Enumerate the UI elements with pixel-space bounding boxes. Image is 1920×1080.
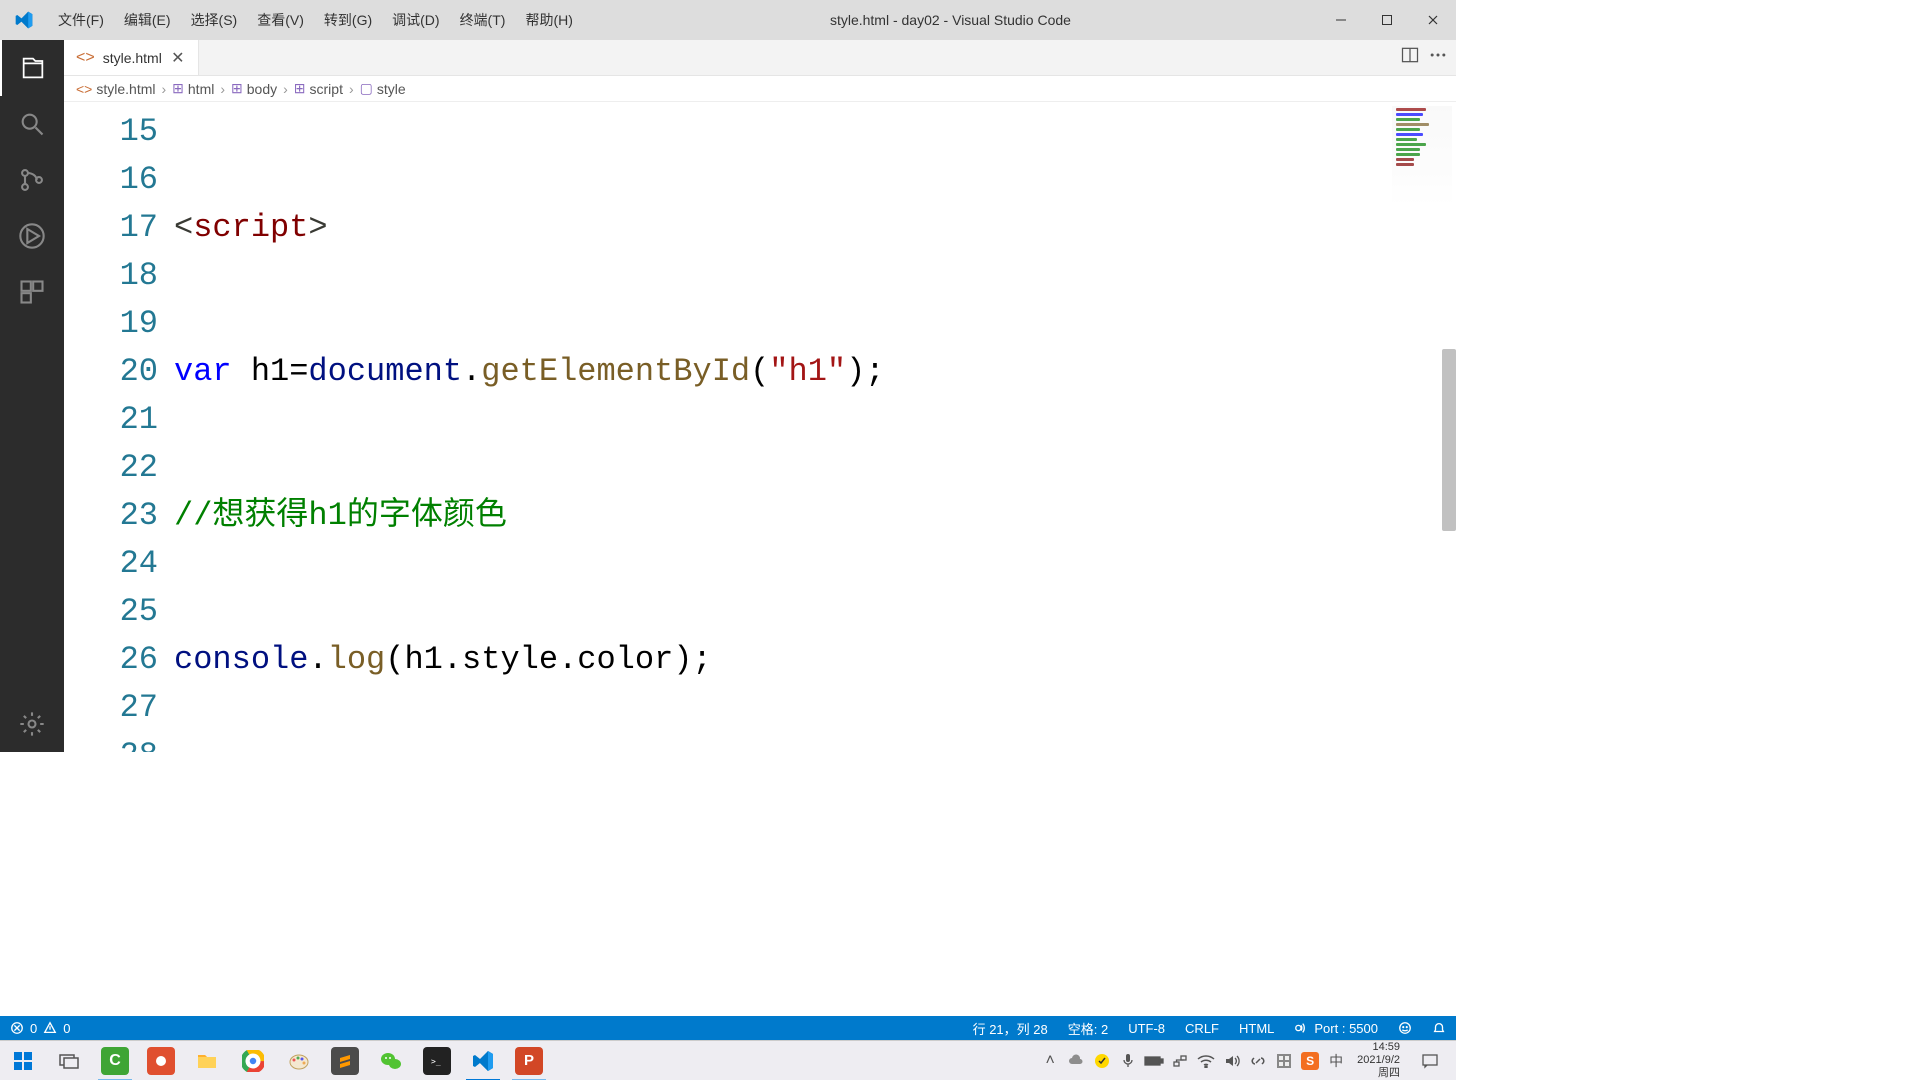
window-maximize-button[interactable] — [1364, 0, 1410, 40]
taskbar-powerpoint[interactable]: P — [506, 1041, 552, 1080]
tray-link-icon[interactable] — [1247, 1041, 1269, 1080]
activity-extensions[interactable] — [0, 264, 64, 320]
menu-edit[interactable]: 编辑(E) — [114, 0, 181, 40]
menu-help[interactable]: 帮助(H) — [515, 0, 582, 40]
tray-sogou-icon[interactable]: S — [1299, 1041, 1321, 1080]
menu-select[interactable]: 选择(S) — [181, 0, 248, 40]
tray-volume-icon[interactable] — [1221, 1041, 1243, 1080]
activity-source-control[interactable] — [0, 152, 64, 208]
crumb-html[interactable]: html — [188, 81, 214, 97]
menu-bar: 文件(F) 编辑(E) 选择(S) 查看(V) 转到(G) 调试(D) 终端(T… — [48, 0, 583, 40]
window-close-button[interactable] — [1410, 0, 1456, 40]
tray-ime-icon[interactable]: 中 — [1325, 1041, 1347, 1080]
tray-network-icon[interactable] — [1169, 1041, 1191, 1080]
activity-settings[interactable] — [0, 696, 64, 752]
tray-wifi-icon[interactable] — [1195, 1041, 1217, 1080]
editor-tabs: <> style.html ✕ — [64, 40, 1456, 76]
code-content[interactable]: <script> var h1=document.getElementById(… — [174, 102, 1456, 752]
taskbar-sublime[interactable] — [322, 1041, 368, 1080]
taskbar-paint[interactable] — [276, 1041, 322, 1080]
menu-terminal[interactable]: 终端(T) — [450, 0, 516, 40]
status-eol[interactable]: CRLF — [1175, 1021, 1229, 1036]
html-file-icon: <> — [76, 81, 92, 97]
tab-style-html[interactable]: <> style.html ✕ — [64, 40, 199, 75]
tray-security-icon[interactable] — [1091, 1041, 1113, 1080]
taskbar-vscode[interactable] — [460, 1041, 506, 1080]
chevron-right-icon: › — [349, 81, 354, 97]
title-bar: 文件(F) 编辑(E) 选择(S) 查看(V) 转到(G) 调试(D) 终端(T… — [0, 0, 1456, 40]
action-center-button[interactable] — [1410, 1052, 1450, 1070]
taskbar-cmd[interactable]: >_ — [414, 1041, 460, 1080]
start-button[interactable] — [0, 1041, 46, 1080]
crumb-file[interactable]: style.html — [96, 81, 155, 97]
activity-bar — [0, 40, 64, 752]
tray-mic-icon[interactable] — [1117, 1041, 1139, 1080]
scrollbar-thumb[interactable] — [1442, 349, 1456, 531]
line-gutter: 15 16 17 18 19 20 21 22 23 24 25 26 27 2… — [64, 102, 174, 752]
window-minimize-button[interactable] — [1318, 0, 1364, 40]
tray-app-icon[interactable] — [1273, 1041, 1295, 1080]
status-spaces[interactable]: 空格: 2 — [1058, 1019, 1118, 1038]
status-encoding[interactable]: UTF-8 — [1118, 1021, 1175, 1036]
activity-debug[interactable] — [0, 208, 64, 264]
more-actions-button[interactable] — [1428, 45, 1448, 70]
menu-file[interactable]: 文件(F) — [48, 0, 114, 40]
chevron-right-icon: › — [161, 81, 166, 97]
taskbar-wechat[interactable] — [368, 1041, 414, 1080]
menu-goto[interactable]: 转到(G) — [314, 0, 382, 40]
taskbar-clock[interactable]: 14:59 2021/9/2 周四 — [1351, 1041, 1406, 1080]
vscode-logo-icon — [0, 10, 48, 30]
chevron-right-icon: › — [283, 81, 288, 97]
symbol-icon: ⊞ — [231, 80, 243, 97]
status-problems[interactable]: 0 0 — [0, 1021, 80, 1036]
scrollbar[interactable] — [1442, 102, 1456, 752]
taskbar-chrome[interactable] — [230, 1041, 276, 1080]
symbol-icon: ⊞ — [172, 80, 184, 97]
status-notifications[interactable] — [1422, 1021, 1456, 1035]
taskbar-file-explorer[interactable] — [184, 1041, 230, 1080]
status-lncol[interactable]: 行 21，列 28 — [963, 1019, 1058, 1038]
code-editor[interactable]: 15 16 17 18 19 20 21 22 23 24 25 26 27 2… — [64, 102, 1456, 752]
tray-battery-icon[interactable] — [1143, 1041, 1165, 1080]
activity-search[interactable] — [0, 96, 64, 152]
task-view-button[interactable] — [46, 1041, 92, 1080]
split-editor-button[interactable] — [1400, 45, 1420, 70]
system-tray: ˄ S 中 14:59 2021/9/2 周四 — [1039, 1041, 1456, 1080]
tray-expand-icon[interactable]: ˄ — [1039, 1041, 1061, 1080]
windows-taskbar: C >_ P ˄ S 中 14:59 2021/9/2 周四 — [0, 1040, 1456, 1080]
tab-label: style.html — [103, 50, 162, 66]
crumb-script[interactable]: script — [310, 81, 343, 97]
svg-text:>_: >_ — [431, 1057, 441, 1066]
menu-debug[interactable]: 调试(D) — [382, 0, 449, 40]
html-file-icon: <> — [76, 49, 95, 67]
menu-view[interactable]: 查看(V) — [247, 0, 314, 40]
crumb-body[interactable]: body — [247, 81, 277, 97]
crumb-style[interactable]: style — [377, 81, 406, 97]
symbol-icon: ⊞ — [294, 80, 306, 97]
window-title: style.html - day02 - Visual Studio Code — [583, 12, 1318, 28]
status-liveserver[interactable]: Port : 5500 — [1284, 1021, 1388, 1036]
taskbar-app-recorder[interactable] — [138, 1041, 184, 1080]
status-language[interactable]: HTML — [1229, 1021, 1284, 1036]
status-feedback[interactable] — [1388, 1021, 1422, 1035]
activity-explorer[interactable] — [0, 40, 64, 96]
symbol-icon: ▢ — [360, 80, 373, 97]
tray-onedrive-icon[interactable] — [1065, 1041, 1087, 1080]
taskbar-app-camtasia[interactable]: C — [92, 1041, 138, 1080]
breadcrumb[interactable]: <>style.html › ⊞html › ⊞body › ⊞script ›… — [64, 76, 1456, 102]
tab-close-button[interactable]: ✕ — [170, 50, 186, 66]
status-bar: 0 0 行 21，列 28 空格: 2 UTF-8 CRLF HTML Port… — [0, 1016, 1456, 1040]
chevron-right-icon: › — [220, 81, 225, 97]
